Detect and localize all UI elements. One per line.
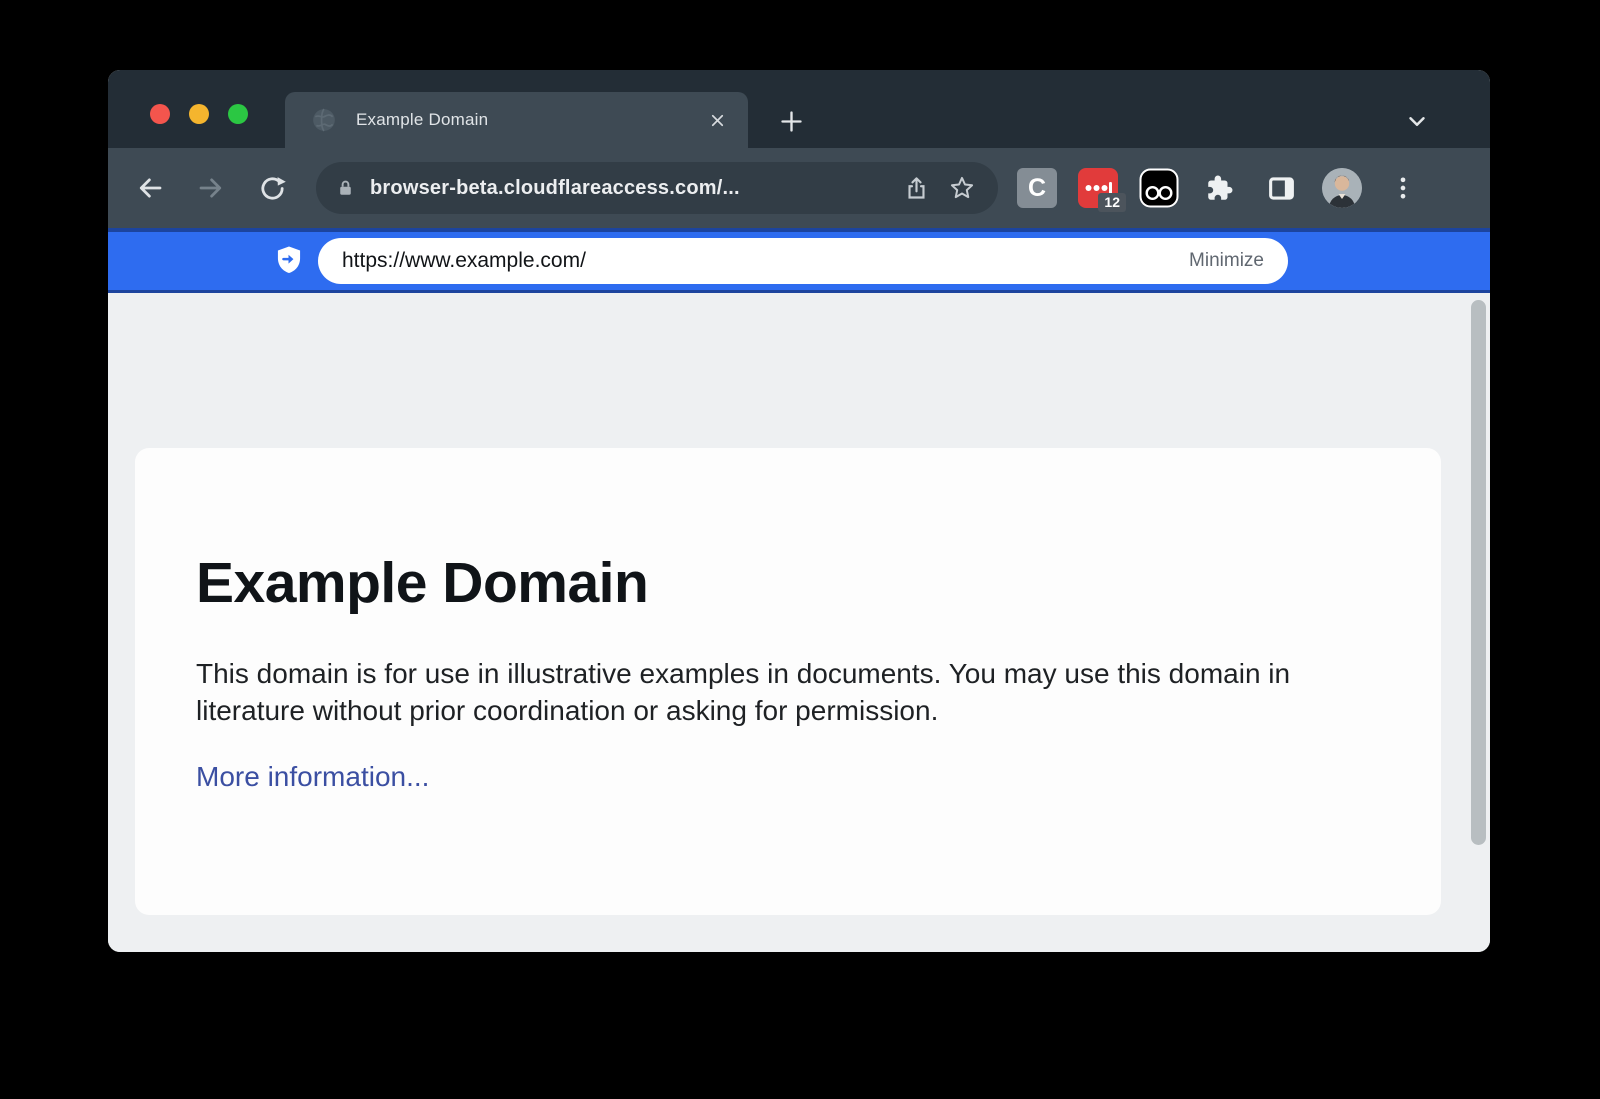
forward-button[interactable] bbox=[189, 166, 233, 210]
zoom-window-button[interactable] bbox=[228, 104, 248, 124]
star-icon bbox=[948, 174, 976, 202]
share-icon bbox=[903, 175, 930, 202]
omnibox-url-text: browser-beta.cloudflareaccess.com/... bbox=[370, 177, 898, 200]
red-dots-icon: 12 bbox=[1078, 168, 1118, 208]
side-panel-button[interactable] bbox=[1259, 166, 1303, 210]
browser-toolbar: browser-beta.cloudflareaccess.com/... C bbox=[108, 148, 1490, 228]
lock-icon bbox=[334, 177, 357, 200]
kebab-menu-icon bbox=[1389, 174, 1417, 202]
minimize-button[interactable]: Minimize bbox=[1189, 250, 1264, 272]
new-tab-button[interactable] bbox=[769, 99, 813, 143]
puzzle-icon bbox=[1203, 171, 1237, 205]
browser-menu-button[interactable] bbox=[1381, 166, 1425, 210]
plus-icon bbox=[778, 108, 805, 135]
extension-badge: 12 bbox=[1098, 193, 1126, 212]
extension-c-button[interactable]: C bbox=[1015, 166, 1059, 210]
bookmark-button[interactable] bbox=[944, 170, 980, 206]
browser-tab[interactable]: Example Domain bbox=[285, 92, 748, 148]
two-circles-icon bbox=[1139, 168, 1179, 208]
reload-button[interactable] bbox=[250, 166, 294, 210]
tab-title: Example Domain bbox=[356, 110, 488, 130]
side-panel-icon bbox=[1266, 173, 1297, 204]
desktop-background: Example Domain bbox=[0, 0, 1600, 1099]
extensions-menu-button[interactable] bbox=[1198, 166, 1242, 210]
extension-red-dots-button[interactable]: 12 bbox=[1076, 166, 1120, 210]
tab-search-button[interactable] bbox=[1395, 99, 1439, 143]
tab-strip: Example Domain bbox=[108, 70, 1490, 148]
page-heading: Example Domain bbox=[196, 552, 1380, 615]
isolation-bar: Minimize bbox=[108, 228, 1490, 293]
isolation-url-bar: Minimize bbox=[318, 238, 1288, 284]
page-viewport: Example Domain This domain is for use in… bbox=[108, 293, 1490, 952]
tab-close-button[interactable] bbox=[702, 105, 732, 135]
omnibox[interactable]: browser-beta.cloudflareaccess.com/... bbox=[316, 162, 998, 214]
isolation-shield-icon bbox=[274, 245, 304, 277]
reload-icon bbox=[258, 174, 287, 203]
extension-black-circles-button[interactable] bbox=[1137, 166, 1181, 210]
close-icon bbox=[708, 111, 727, 130]
isolation-url-input[interactable] bbox=[342, 249, 1173, 273]
minimize-window-button[interactable] bbox=[189, 104, 209, 124]
chevron-down-icon bbox=[1404, 108, 1430, 134]
back-arrow-icon bbox=[135, 173, 165, 203]
forward-arrow-icon bbox=[196, 173, 226, 203]
browser-window: Example Domain bbox=[108, 70, 1490, 952]
globe-favicon-icon bbox=[311, 107, 337, 133]
content-card: Example Domain This domain is for use in… bbox=[135, 448, 1441, 915]
page-paragraph: This domain is for use in illustrative e… bbox=[196, 655, 1351, 729]
avatar bbox=[1322, 168, 1362, 208]
traffic-lights bbox=[150, 104, 248, 124]
extension-c-icon: C bbox=[1017, 168, 1057, 208]
more-information-link[interactable]: More information... bbox=[196, 761, 429, 793]
profile-avatar-button[interactable] bbox=[1320, 166, 1364, 210]
share-button[interactable] bbox=[898, 170, 934, 206]
scrollbar-thumb[interactable] bbox=[1471, 300, 1486, 845]
close-window-button[interactable] bbox=[150, 104, 170, 124]
back-button[interactable] bbox=[128, 166, 172, 210]
